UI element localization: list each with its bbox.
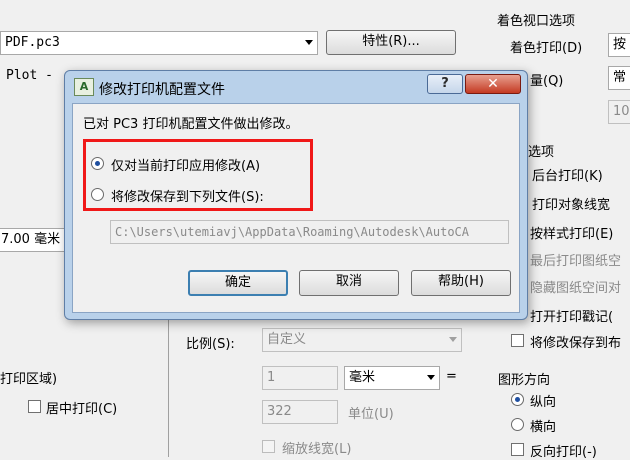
upside-down-checkbox[interactable] [511, 443, 524, 456]
save-to-layout-checkbox[interactable] [511, 334, 524, 347]
plot-area-label: 打印区域) [0, 372, 58, 387]
scale-dropdown[interactable]: 自定义 [262, 328, 462, 352]
center-plot-checkbox[interactable] [28, 400, 41, 413]
dpi-field[interactable]: 100 [608, 100, 630, 124]
help-button[interactable]: 帮助(H) [411, 270, 511, 296]
ok-button[interactable]: 确定 [188, 270, 288, 296]
red-highlight-box [83, 139, 313, 211]
plotter-device-field[interactable]: PDF.pc3 [0, 31, 318, 55]
scale-unit-dropdown[interactable]: 毫米 [344, 366, 440, 390]
chevron-down-icon [449, 337, 457, 342]
plot-label: Plot - [6, 68, 53, 83]
dialog-body: 已对 PC3 打印机配置文件做出修改。 仅对当前打印应用修改(A) 将修改保存到… [72, 103, 520, 313]
cancel-button[interactable]: 取消 [299, 270, 399, 296]
shade-plot-label: 着色打印(D) [510, 41, 583, 56]
help-icon[interactable]: ? [427, 74, 463, 94]
portrait-radio[interactable] [511, 393, 524, 406]
separator [168, 320, 169, 457]
unit-value: 毫米 [349, 370, 376, 385]
center-plot-label: 居中打印(C) [46, 402, 118, 417]
dialog-message: 已对 PC3 打印机配置文件做出修改。 [83, 117, 299, 132]
quality-dropdown[interactable]: 常 [608, 66, 630, 90]
paper-width-field[interactable]: 7.00 毫米 [0, 228, 66, 252]
upside-down-label: 反向打印(-) [530, 445, 597, 460]
orientation-header: 图形方向 [498, 373, 551, 388]
file-path-field[interactable]: C:\Users\utemiavj\AppData\Roaming\Autode… [110, 220, 509, 244]
scale-denominator-field[interactable]: 322 [262, 400, 338, 424]
scale-value: 自定义 [267, 332, 307, 347]
scale-lineweights-checkbox[interactable] [262, 440, 275, 453]
portrait-label: 纵向 [530, 395, 557, 410]
plot-options-header: 选项 [528, 145, 555, 160]
opt-hide-paperspace: 隐藏图纸空间对 [530, 281, 622, 296]
equals-sign: = [446, 369, 457, 384]
quality-label: 量(Q) [530, 74, 564, 89]
opt-plot-with-styles: 按样式打印(E) [530, 227, 614, 242]
shaded-viewport-header: 着色视口选项 [497, 14, 576, 29]
properties-button[interactable]: 特性(R)... [326, 30, 456, 55]
modify-plotter-config-dialog: A 修改打印机配置文件 ? ✕ 已对 PC3 打印机配置文件做出修改。 仅对当前… [64, 70, 528, 320]
close-icon[interactable]: ✕ [465, 74, 521, 94]
landscape-label: 横向 [530, 420, 557, 435]
opt-plot-stamp: 打开打印戳记( [530, 310, 614, 325]
chevron-down-icon [427, 375, 435, 380]
shade-plot-dropdown[interactable]: 按 [608, 33, 630, 57]
plotter-device-value: PDF.pc3 [5, 35, 60, 50]
unit-label: 单位(U) [348, 407, 394, 422]
scale-numerator-field[interactable]: 1 [262, 366, 338, 390]
scale-lineweights-label: 缩放线宽(L) [282, 442, 352, 457]
opt-save-to-layout: 将修改保存到布 [530, 336, 622, 351]
scale-label: 比例(S): [186, 337, 235, 352]
dialog-title: 修改打印机配置文件 [99, 82, 225, 98]
chevron-down-icon [305, 40, 313, 45]
opt-paperspace-last: 最后打印图纸空 [530, 254, 622, 269]
opt-object-lineweights: 打印对象线宽 [532, 198, 611, 213]
opt-background-plot: 后台打印(K) [532, 169, 603, 184]
landscape-radio[interactable] [511, 418, 524, 431]
autocad-icon: A [74, 78, 94, 96]
